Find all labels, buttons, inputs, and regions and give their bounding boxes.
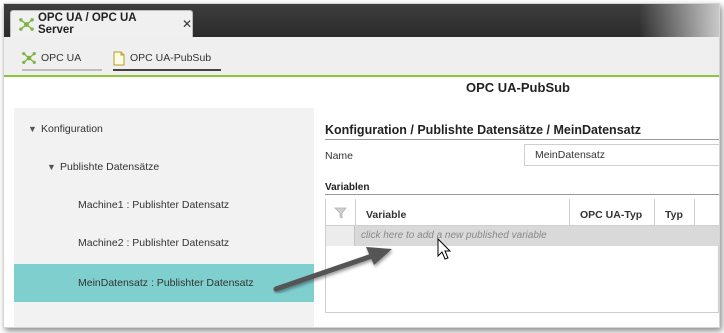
tab-strip-fade — [639, 4, 719, 37]
column-header-variable[interactable]: Variable — [356, 199, 570, 225]
tab-opc-ua-pubsub[interactable]: OPC UA-PubSub — [113, 47, 221, 71]
row-selector-cell — [326, 226, 355, 246]
tab-opc-ua-server[interactable]: OPC UA / OPC UA Server ✕ — [10, 10, 193, 37]
chevron-down-icon[interactable]: ▼ — [47, 162, 57, 172]
page-title: OPC UA-PubSub — [466, 80, 570, 95]
name-field[interactable] — [524, 144, 719, 166]
chevron-down-icon[interactable]: ▼ — [28, 124, 38, 134]
name-label: Name — [325, 150, 354, 162]
opcua-node-icon — [22, 52, 36, 64]
tree-item-label: Machine2 : Publishter Datensatz — [78, 237, 230, 249]
tree-item-konfiguration[interactable]: ▼ Konfiguration — [28, 123, 103, 135]
variables-grid: Variable OPC UA-Typ Typ click here to ad… — [325, 199, 719, 313]
filter-icon — [334, 207, 347, 219]
tree-item-label: Konfiguration — [41, 123, 103, 135]
tree-item-machine2[interactable]: Machine2 : Publishter Datensatz — [78, 237, 229, 249]
column-header-opc-ua-typ[interactable]: OPC UA-Typ — [570, 199, 655, 225]
add-variable-row[interactable]: click here to add a new published variab… — [326, 226, 719, 246]
tree-item-machine1[interactable]: Machine1 : Publishter Datensatz — [78, 199, 229, 211]
sidebar-tree: ▼ Konfiguration ▼ Publishte Datensätze M… — [14, 108, 314, 327]
filter-column[interactable] — [326, 199, 356, 225]
tree-item-meindatensatz[interactable]: MeinDatensatz : Publishter Datensatz — [14, 264, 314, 302]
top-tab-strip: OPC UA / OPC UA Server ✕ — [4, 4, 719, 37]
tab-label: OPC UA / OPC UA Server — [37, 12, 137, 36]
tree-item-label: Machine1 : Publishter Datensatz — [78, 199, 230, 211]
sub-tab-bar: OPC UA OPC UA-PubSub — [4, 37, 719, 77]
add-variable-hint: click here to add a new published variab… — [361, 230, 547, 241]
document-icon — [113, 51, 125, 65]
column-header-typ[interactable]: Typ — [655, 199, 695, 225]
tree-item-publishte-datensaetze[interactable]: ▼ Publishte Datensätze — [47, 161, 159, 173]
tree-item-label: Publishte Datensätze — [60, 161, 160, 173]
tree-item-label: MeinDatensatz : Publishter Datensatz — [78, 277, 254, 289]
tab-opc-ua[interactable]: OPC UA — [22, 47, 102, 71]
grid-header: Variable OPC UA-Typ Typ — [326, 199, 719, 226]
breadcrumb: Konfiguration / Publishte Datensätze / M… — [325, 123, 719, 140]
close-icon[interactable]: ✕ — [182, 17, 192, 31]
opcua-node-icon — [19, 17, 34, 31]
tab-label: OPC UA — [41, 52, 82, 64]
tab-label: OPC UA-PubSub — [130, 52, 212, 64]
application-window: OPC UA / OPC UA Server ✕ OPC UA OPC UA-P… — [3, 3, 720, 328]
variables-label: Variablen — [325, 182, 719, 195]
